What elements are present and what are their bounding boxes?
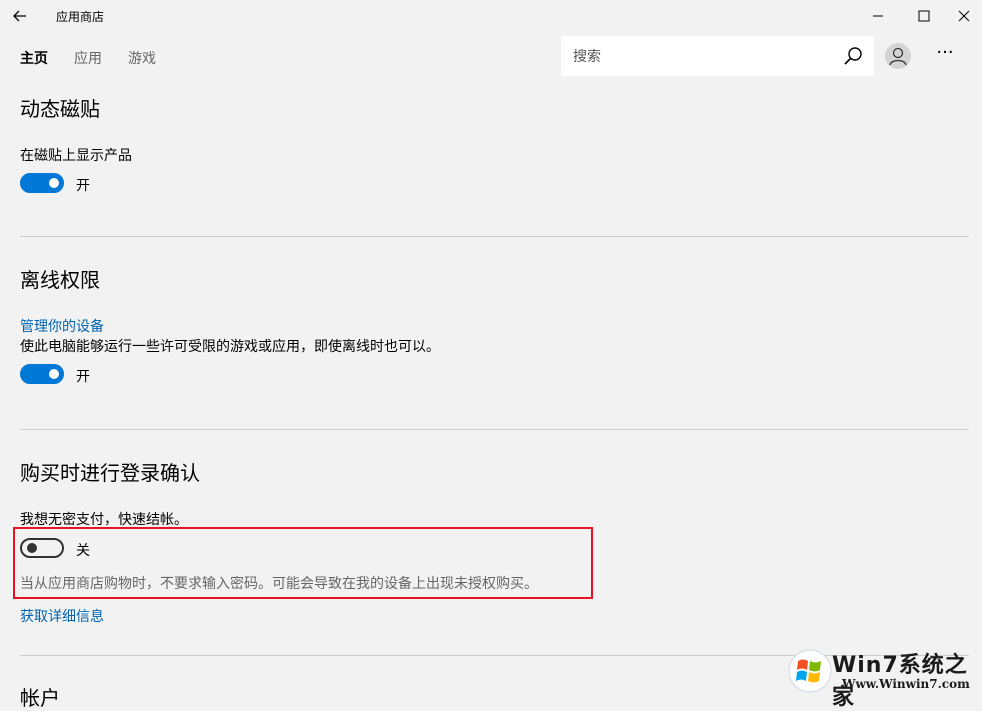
search-box [561, 36, 874, 76]
windows-logo-icon [788, 649, 832, 693]
offline-description: 使此电脑能够运行一些许可受限的游戏或应用，即使离线时也可以。 [20, 339, 440, 355]
live-tile-toggle-state: 开 [76, 178, 90, 194]
tab-apps[interactable]: 应用 [74, 48, 102, 68]
learn-more-link[interactable]: 获取详细信息 [20, 606, 104, 626]
title-bar: 应用商店 [0, 0, 982, 32]
live-tile-label: 在磁贴上显示产品 [20, 148, 132, 164]
settings-content [0, 80, 982, 697]
toggle-knob [49, 178, 59, 188]
avatar[interactable] [885, 43, 911, 69]
offline-toggle-state: 开 [76, 369, 90, 385]
user-icon [889, 47, 907, 66]
manage-devices-link[interactable]: 管理你的设备 [20, 316, 104, 336]
maximize-icon [918, 10, 930, 22]
more-options-button[interactable]: ··· [928, 44, 962, 68]
maximize-button[interactable] [901, 0, 947, 32]
tab-home[interactable]: 主页 [20, 48, 48, 68]
purchase-label: 我想无密支付，快速结帐。 [20, 512, 188, 528]
watermark-site: Www.Winwin7.com [842, 677, 970, 691]
watermark: Win7系统之家 Www.Winwin7.com [786, 645, 982, 710]
close-icon [958, 10, 970, 22]
divider [20, 429, 969, 430]
live-tile-heading: 动态磁贴 [20, 97, 100, 121]
search-input[interactable] [571, 46, 825, 68]
minimize-button[interactable] [855, 0, 901, 32]
back-arrow-icon [13, 10, 26, 22]
offline-toggle[interactable] [20, 364, 64, 384]
highlight-box [13, 527, 593, 599]
minimize-icon [873, 15, 883, 17]
purchase-heading: 购买时进行登录确认 [20, 461, 200, 485]
close-button[interactable] [946, 0, 982, 32]
offline-heading: 离线权限 [20, 268, 100, 292]
tab-games[interactable]: 游戏 [128, 48, 156, 68]
divider [20, 236, 969, 237]
live-tile-toggle[interactable] [20, 173, 64, 193]
search-icon[interactable] [843, 46, 863, 66]
back-button[interactable] [8, 4, 32, 28]
window-title: 应用商店 [56, 10, 105, 24]
toggle-knob [49, 369, 59, 379]
